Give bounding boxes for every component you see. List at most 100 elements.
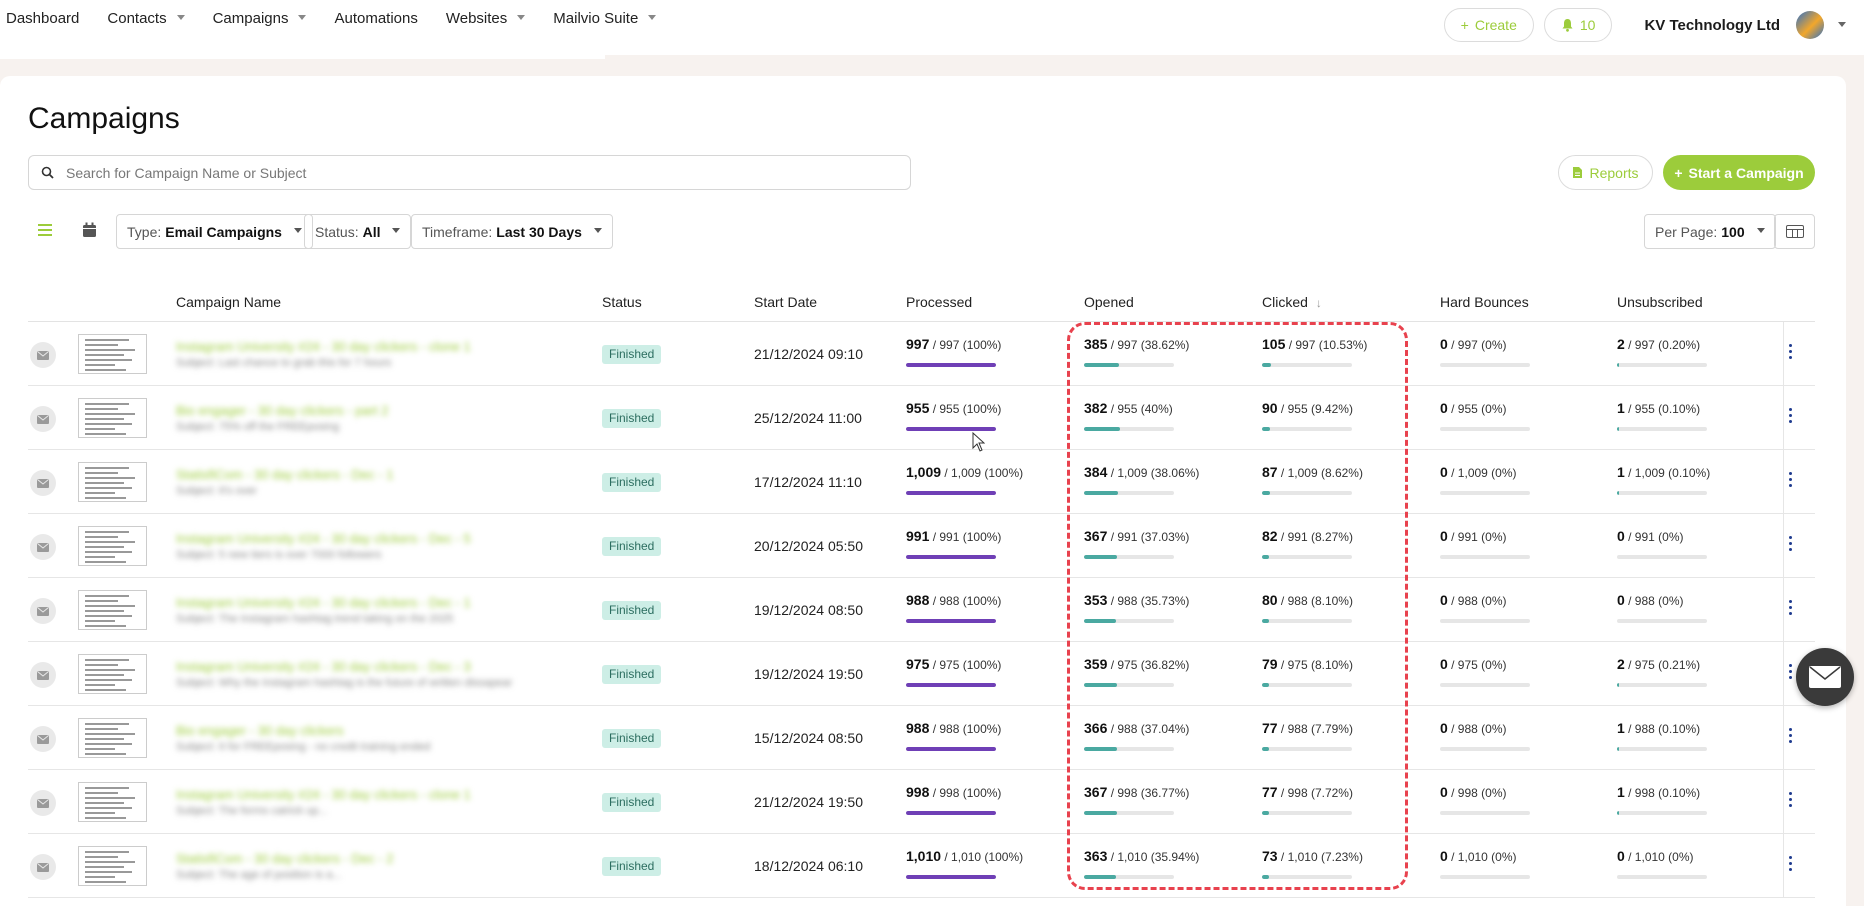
notifications-button[interactable]: 10 [1543, 8, 1613, 42]
col-status[interactable]: Status [602, 294, 642, 310]
envelope-icon [30, 598, 56, 624]
campaign-thumbnail[interactable] [78, 846, 147, 886]
start-date: 19/12/2024 08:50 [754, 602, 863, 618]
avatar[interactable] [1796, 11, 1824, 39]
kebab-menu-icon[interactable] [1789, 536, 1795, 551]
reports-button[interactable]: Reports [1558, 155, 1653, 190]
campaign-thumbnail[interactable] [78, 334, 147, 374]
table-row[interactable]: Bio engager - 30 day clickers Subject: It… [28, 706, 1815, 770]
search-input[interactable] [66, 164, 886, 181]
table-row[interactable]: Instagram University #24 - 30 day clicke… [28, 770, 1815, 834]
clicked-value: 87 / 1,009 (8.62%) [1262, 464, 1363, 480]
table-row[interactable]: Instagram University #24 - 30 day clicke… [28, 514, 1815, 578]
status-badge: Finished [602, 793, 662, 812]
processed-value: 991 / 991 (100%) [906, 528, 1001, 544]
campaign-name-link[interactable]: StatisfiCom - 30 day clickers - Dec - 2 [176, 851, 556, 866]
campaign-subject: Subject: Why the Instagram hashtag is th… [176, 677, 513, 689]
bounces-total: / 955 (0%) [1451, 402, 1507, 416]
bounces-value: 0 / 988 (0%) [1440, 720, 1507, 736]
col-start-date[interactable]: Start Date [754, 294, 817, 310]
campaign-name-link[interactable]: Bio engager - 30 day clickers [176, 723, 556, 738]
start-campaign-button[interactable]: + Start a Campaign [1663, 155, 1815, 190]
status-filter-prefix: Status: [315, 223, 359, 240]
chevron-down-icon[interactable] [1838, 21, 1846, 27]
kebab-menu-icon[interactable] [1789, 856, 1795, 871]
company-name[interactable]: KV Technology Ltd [1644, 17, 1780, 34]
nav-item-automations[interactable]: Automations [334, 10, 417, 27]
kebab-menu-icon[interactable] [1789, 664, 1795, 679]
table-row[interactable]: Bio engager - 30 day clickers - part 2 Su… [28, 386, 1815, 450]
clicked-progress-bar [1262, 747, 1352, 751]
search-bar[interactable] [28, 155, 911, 190]
campaign-thumbnail[interactable] [78, 526, 147, 566]
table-row[interactable]: StatisfiCom - 30 day clickers - Dec - 2 S… [28, 834, 1815, 898]
unsub-count: 1 [1617, 400, 1625, 416]
kebab-menu-icon[interactable] [1789, 472, 1795, 487]
columns-icon[interactable] [1774, 214, 1815, 249]
type-filter[interactable]: Type: Email Campaigns [116, 214, 313, 249]
nav-item-mailvio-suite[interactable]: Mailvio Suite [553, 10, 657, 27]
campaign-name-link[interactable]: Instagram University #24 - 30 day clicke… [176, 339, 556, 354]
table-row[interactable]: Instagram University #24 - 30 day clicke… [28, 578, 1815, 642]
table-row[interactable]: Instagram University #24 - 30 day clicke… [28, 322, 1815, 386]
campaign-name-link[interactable]: StatisfiCom - 30 day clickers - Dec - 1 [176, 467, 556, 482]
campaign-name-link[interactable]: Instagram University #24 - 30 day clicke… [176, 531, 556, 546]
unsub-value: 0 / 1,010 (0%) [1617, 848, 1694, 864]
kebab-menu-icon[interactable] [1789, 344, 1795, 359]
campaign-thumbnail[interactable] [78, 398, 147, 438]
status-badge: Finished [602, 537, 662, 556]
processed-total: / 955 (100%) [932, 402, 1002, 416]
calendar-icon[interactable] [82, 222, 97, 241]
clicked-total: / 988 (8.10%) [1280, 594, 1353, 608]
processed-count: 955 [906, 400, 930, 416]
processed-progress-bar [906, 363, 996, 367]
col-unsubscribed[interactable]: Unsubscribed [1617, 294, 1703, 310]
document-icon [1573, 167, 1583, 178]
envelope-icon [30, 790, 56, 816]
col-opened[interactable]: Opened [1084, 294, 1134, 310]
col-processed[interactable]: Processed [906, 294, 972, 310]
chevron-down-icon [593, 228, 602, 233]
nav-item-websites[interactable]: Websites [446, 10, 526, 27]
chat-widget-button[interactable] [1796, 648, 1854, 706]
campaign-name-link[interactable]: Instagram University #24 - 30 day clicke… [176, 659, 556, 674]
campaign-thumbnail[interactable] [78, 462, 147, 502]
campaign-name-link[interactable]: Instagram University #24 - 30 day clicke… [176, 595, 556, 610]
table-row[interactable]: StatisfiCom - 30 day clickers - Dec - 1 S… [28, 450, 1815, 514]
kebab-menu-icon[interactable] [1789, 728, 1795, 743]
nav-item-contacts[interactable]: Contacts [107, 10, 185, 27]
col-campaign-name[interactable]: Campaign Name [176, 294, 281, 310]
start-date: 21/12/2024 19:50 [754, 794, 863, 810]
nav-item-dashboard[interactable]: Dashboard [6, 10, 79, 27]
campaign-name-link[interactable]: Instagram University #24 - 30 day clicke… [176, 787, 556, 802]
per-page-select[interactable]: Per Page: 100 [1644, 214, 1776, 249]
bounces-value: 0 / 991 (0%) [1440, 528, 1507, 544]
opened-progress-bar [1084, 363, 1174, 367]
main-nav: Dashboard Contacts Campaigns Automations Web… [6, 0, 657, 36]
kebab-menu-icon[interactable] [1789, 408, 1795, 423]
kebab-menu-icon[interactable] [1789, 792, 1795, 807]
sort-down-icon[interactable]: ↓ [1316, 296, 1322, 310]
nav-item-campaigns[interactable]: Campaigns [213, 10, 307, 27]
campaign-name-link[interactable]: Bio engager - 30 day clickers - part 2 [176, 403, 556, 418]
opened-total: / 955 (40%) [1110, 402, 1173, 416]
clicked-progress-fill [1262, 747, 1269, 751]
table-row[interactable]: Instagram University #24 - 30 day clicke… [28, 642, 1815, 706]
col-hard-bounces[interactable]: Hard Bounces [1440, 294, 1529, 310]
list-view-icon[interactable] [38, 223, 52, 240]
opened-count: 359 [1084, 656, 1108, 672]
status-badge: Finished [602, 473, 662, 492]
unsub-count: 1 [1617, 784, 1625, 800]
status-filter[interactable]: Status: All [304, 214, 412, 249]
kebab-menu-icon[interactable] [1789, 600, 1795, 615]
campaign-thumbnail[interactable] [78, 590, 147, 630]
campaign-thumbnail[interactable] [78, 654, 147, 694]
col-clicked[interactable]: Clicked ↓ [1262, 294, 1322, 310]
timeframe-filter[interactable]: Timeframe: Last 30 Days [411, 214, 613, 249]
campaign-thumbnail[interactable] [78, 782, 147, 822]
create-button[interactable]: + Create [1443, 8, 1534, 42]
bounces-total: / 1,009 (0%) [1451, 466, 1517, 480]
campaign-thumbnail[interactable] [78, 718, 147, 758]
campaign-subject: Subject: Last chance to grab this for 7 … [176, 357, 392, 369]
envelope-icon [30, 726, 56, 752]
